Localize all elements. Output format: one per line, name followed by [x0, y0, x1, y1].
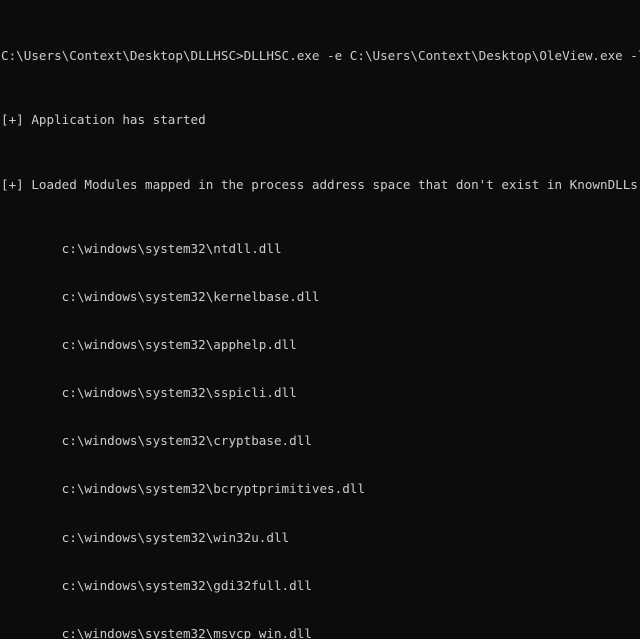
module-path-line: c:\windows\system32\msvcp_win.dll [1, 625, 312, 639]
module-path-line: c:\windows\system32\sspicli.dll [1, 385, 297, 401]
module-path-line: c:\windows\system32\kernelbase.dll [1, 288, 320, 304]
command-prompt-line: C:\Users\Context\Desktop\DLLHSC>DLLHSC.e… [1, 48, 640, 64]
module-path-line: c:\windows\system32\win32u.dll [1, 529, 290, 545]
status-line-application-started: [+] Application has started [1, 112, 206, 128]
status-line-loaded-modules-header: [+] Loaded Modules mapped in the process… [1, 176, 640, 192]
module-path-line: c:\windows\system32\ntdll.dll [1, 240, 282, 256]
module-path-line: c:\windows\system32\gdi32full.dll [1, 577, 312, 593]
module-path-line: c:\windows\system32\bcryptprimitives.dll [1, 481, 365, 497]
module-path-line: c:\windows\system32\apphelp.dll [1, 336, 297, 352]
terminal-output-pane[interactable]: C:\Users\Context\Desktop\DLLHSC>DLLHSC.e… [0, 0, 640, 639]
module-path-line: c:\windows\system32\cryptbase.dll [1, 433, 312, 449]
